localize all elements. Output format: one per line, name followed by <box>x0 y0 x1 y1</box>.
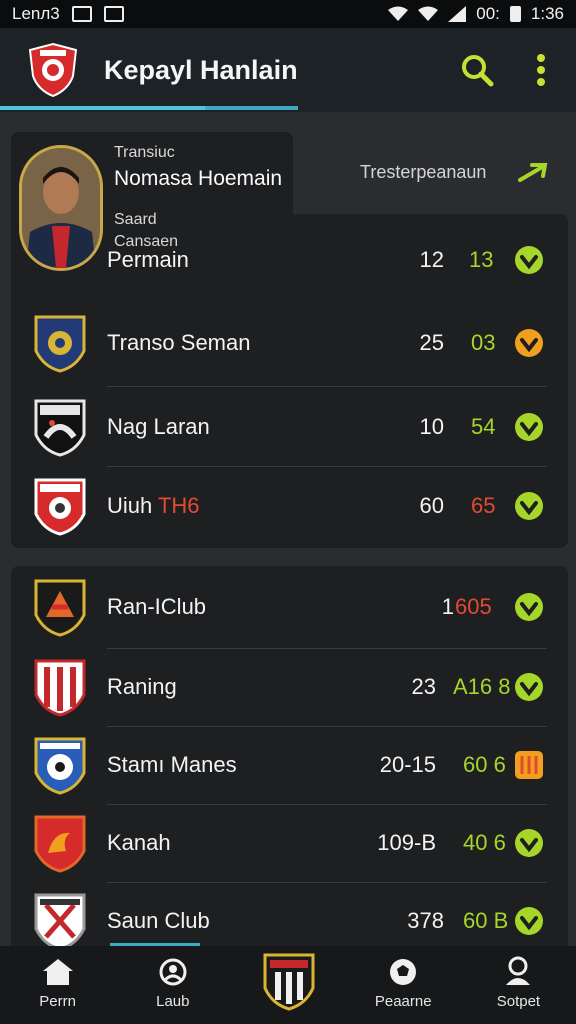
nav-item-peaarne[interactable]: Peaarne <box>346 946 461 1024</box>
row-name: Stamı Manes <box>107 752 237 777</box>
row-name: Saun Club <box>107 908 210 933</box>
nav-item-laub[interactable]: Laub <box>115 946 230 1024</box>
nav-item-sotpet[interactable]: Sotpet <box>461 946 576 1024</box>
row-name: Nag Laran <box>107 414 210 439</box>
nav-label: Perrn <box>39 993 76 1010</box>
status-down-icon <box>515 246 543 274</box>
row-value-1: 10 <box>419 414 444 439</box>
row-value-2: 54 <box>471 414 496 439</box>
wifi-icon <box>388 6 409 21</box>
table-row[interactable]: Transo Seman 25 03 <box>11 304 568 382</box>
club-badge-icon <box>34 315 86 373</box>
status-down-icon <box>515 329 543 357</box>
table-row[interactable]: Stamı Manes 20-15 60 6 <box>11 726 568 804</box>
row-value-1: 1 <box>441 594 454 619</box>
club-badge-icon <box>34 579 86 637</box>
club-badge-icon <box>34 737 86 795</box>
row-value-2: 60 6 <box>463 752 506 777</box>
player-name: Nomasa Hoemain <box>114 167 283 190</box>
row-value-1: 12 <box>419 247 444 272</box>
transfer-period-label[interactable]: Tresterpeanaun <box>360 162 486 183</box>
row-name-highlight: TH6 <box>157 493 200 518</box>
nav-label: Laub <box>156 993 190 1010</box>
table-row[interactable]: Permain 12 13 <box>11 221 568 299</box>
row-value-2: 605 <box>455 594 492 619</box>
status-indicator: 00: <box>476 4 500 23</box>
row-value-2: A16 8 <box>453 674 511 699</box>
trend-arrow-icon[interactable] <box>518 162 548 184</box>
page-title: Kepayl Hanlain <box>104 54 298 85</box>
status-time: 1:36 <box>530 4 564 23</box>
row-value-1: 60 <box>419 493 444 518</box>
club-badge-icon <box>34 659 86 717</box>
row-value-1: 378 <box>407 908 444 933</box>
wifi-2-icon <box>418 6 439 21</box>
more-menu-icon[interactable] <box>534 53 548 87</box>
status-down-icon <box>515 413 543 441</box>
signal-icon <box>448 6 467 22</box>
nav-label: Sotpet <box>496 993 541 1010</box>
image-notification-icon <box>71 6 92 22</box>
club-badge-icon <box>34 478 86 536</box>
soccer-ball-icon <box>390 959 417 985</box>
row-name: Transo Seman <box>107 330 251 355</box>
table-row[interactable]: Raning 23 A16 8 <box>11 648 568 726</box>
status-down-icon <box>515 673 543 701</box>
table-row[interactable]: Ran-IClub 1 605 <box>11 568 568 646</box>
status-down-icon <box>515 829 543 857</box>
home-icon <box>42 959 73 985</box>
status-down-icon <box>515 492 543 520</box>
row-value-2: 65 <box>471 493 496 518</box>
app-bar: Kepayl Hanlain <box>0 28 576 112</box>
club-badge-icon <box>34 815 86 873</box>
table-row[interactable]: Nag Laran 10 54 <box>11 388 568 466</box>
nav-item-home[interactable]: Perrn <box>0 946 115 1024</box>
search-icon[interactable] <box>460 53 494 87</box>
club-badge-icon <box>34 893 86 951</box>
row-name: Uiuh TH6 <box>107 493 200 518</box>
row-value-1: 109-B <box>377 830 436 855</box>
tab-indicator-active <box>0 106 205 110</box>
row-name: Permain <box>107 247 189 272</box>
row-value-2: 60 B <box>463 908 509 933</box>
row-name: Raning <box>107 674 177 699</box>
app-notification-icon <box>103 6 124 22</box>
profile-label: Transiuc <box>114 144 175 161</box>
row-value-2: 03 <box>471 330 496 355</box>
row-name: Ran-IClub <box>107 594 207 619</box>
battery-icon <box>509 6 521 22</box>
row-value-2: 13 <box>469 247 494 272</box>
status-bar: Lenл3 00: 1:36 <box>0 0 576 28</box>
row-name: Kanah <box>107 830 171 855</box>
row-value-2: 40 6 <box>463 830 506 855</box>
clock-user-icon <box>159 958 187 986</box>
table-row[interactable]: Uiuh TH6 60 65 <box>11 467 568 545</box>
row-value-1: 25 <box>419 330 444 355</box>
status-mixed-icon <box>515 751 543 779</box>
club-badge-icon <box>34 399 86 457</box>
club-badge-icon[interactable] <box>262 952 316 1012</box>
status-carrier: Lenл3 <box>12 4 60 23</box>
row-value-1: 23 <box>411 674 436 699</box>
person-icon <box>506 956 531 985</box>
nav-label: Peaarne <box>374 993 432 1010</box>
row-divider <box>107 386 547 387</box>
status-down-icon <box>515 593 543 621</box>
row-value-1: 20-15 <box>379 752 436 777</box>
app-logo-icon[interactable] <box>28 42 78 98</box>
table-row[interactable]: Kanah 109-B 40 6 <box>11 804 568 882</box>
status-down-icon <box>515 907 543 935</box>
